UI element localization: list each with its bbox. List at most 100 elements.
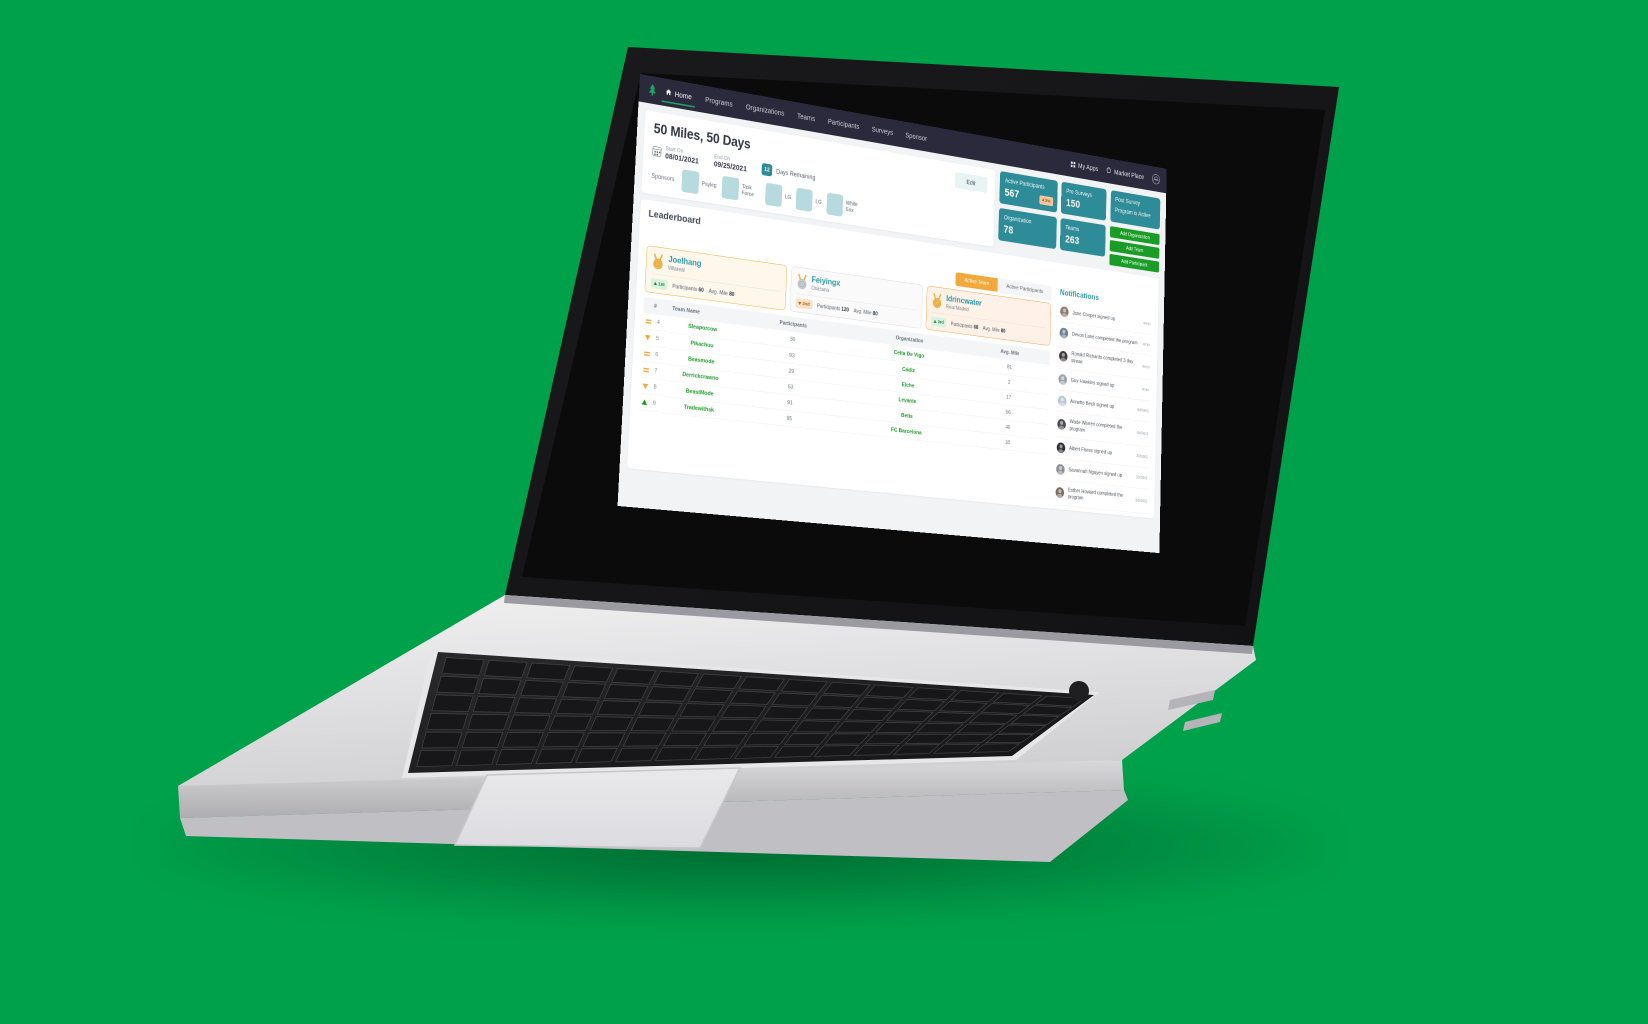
screenshot-root: Home Programs Organizations Teams Partic	[0, 0, 1648, 1024]
sponsor-logo-icon	[764, 182, 783, 208]
sponsor-logo-icon	[681, 169, 700, 195]
leaderboard-main: Active Team Active Participants Joelhang…	[636, 227, 1152, 515]
sponsor-item[interactable]: LG	[795, 187, 822, 214]
sponsor-item[interactable]: White Sox	[826, 192, 863, 220]
stat-pre-surveys[interactable]: Pre Surveys 150	[1060, 181, 1107, 221]
stat-teams[interactable]: Teams 263	[1059, 217, 1106, 257]
notification-time: 4min	[1141, 386, 1150, 393]
arrow-up-icon	[933, 319, 937, 324]
trend-down-icon	[642, 383, 649, 390]
gold-medal-icon	[652, 252, 665, 270]
account-avatar-icon[interactable]	[1151, 173, 1161, 185]
notification-time: 4min	[1142, 364, 1150, 371]
stat-value: 263	[1064, 232, 1080, 247]
calendar-icon	[652, 145, 662, 158]
rank-chip-label: 1st	[658, 281, 665, 288]
arrow-down-icon	[798, 301, 802, 306]
trend-up-icon	[641, 398, 648, 405]
rank-value: 9	[652, 399, 656, 407]
dashboard-surface: Home Programs Organizations Teams Partic	[617, 74, 1167, 554]
rank-value: 6	[655, 351, 659, 358]
sponsor-item[interactable]: LG	[764, 182, 792, 209]
sponsor-item[interactable]: Psyleg	[681, 169, 717, 197]
stat-post-survey[interactable]: Post Survey Program is Active	[1110, 190, 1161, 230]
avatar	[1057, 418, 1066, 430]
bronze-medal-icon	[932, 292, 943, 309]
podium-avg-mile: Avg. Mile 80	[982, 325, 1006, 335]
nav-label: Teams	[797, 111, 816, 123]
notifications-list: Jane Cooper signed up 4min Devon Lane comp…	[1054, 300, 1152, 515]
store-icon	[1106, 167, 1111, 175]
tree-logo-icon[interactable]	[647, 83, 658, 98]
stats-grid: Active Participants 567 4 2% Pre Surveys…	[998, 171, 1107, 264]
nav-label: Surveys	[871, 125, 894, 137]
nav-item-home[interactable]: Home	[664, 80, 693, 109]
sponsor-logo-icon	[721, 175, 740, 201]
nav-label: Organizations	[745, 102, 785, 118]
tab-active-team[interactable]: Active Team	[955, 272, 998, 292]
trend-equal-icon	[645, 319, 652, 324]
nav-label: Sponsor	[905, 130, 928, 143]
podium-participants: Participants 120	[816, 302, 849, 313]
notifications-panel: Notifications Jane Cooper signed up 4min D…	[1053, 287, 1152, 515]
notification-time: 04/06/2	[1137, 407, 1149, 414]
nav-label: Participants	[827, 117, 860, 131]
notification-text: Guy Hawkins signed up	[1070, 377, 1115, 389]
podium-participants: Participants 60	[672, 282, 704, 294]
rank-value: 5	[655, 335, 660, 342]
market-place-button[interactable]: Market Place	[1106, 167, 1144, 181]
rank-chip-label: 2nd	[802, 300, 810, 308]
sponsor-logo-icon	[795, 187, 813, 213]
trend-equal-icon	[643, 367, 649, 373]
notification-time: 04/06/2	[1136, 430, 1149, 437]
avatar	[1060, 306, 1069, 318]
laptop-screen: Home Programs Organizations Teams Partic	[0, 0, 1648, 1024]
days-remaining-badge: 12 Days Remaining	[761, 162, 816, 184]
market-place-label: Market Place	[1114, 168, 1145, 181]
my-apps-button[interactable]: My Apps	[1070, 160, 1099, 173]
notification-time: 30/09/2	[1135, 497, 1148, 504]
stat-organization[interactable]: Organization 78	[998, 207, 1057, 250]
rank-chip-label: 3rd	[937, 319, 944, 326]
my-apps-label: My Apps	[1078, 161, 1099, 173]
notification-text: Ronald Richards completed 3 day streak	[1071, 350, 1134, 365]
notification-time: 30/09/2	[1136, 453, 1148, 460]
notification-text: Esther Howard completed the program	[1067, 486, 1124, 502]
nav-item-programs[interactable]: Programs	[704, 87, 734, 116]
nav-item-teams[interactable]: Teams	[796, 104, 817, 131]
avatar	[1056, 463, 1065, 475]
silver-medal-icon	[796, 273, 808, 291]
nav-label: Programs	[704, 95, 733, 109]
home-icon	[665, 88, 672, 97]
end-date-block: End On 09/25/2021	[714, 154, 748, 174]
sponsor-name: Task Force	[741, 183, 755, 198]
avatar	[1058, 373, 1068, 386]
avatar	[1057, 395, 1067, 407]
notification-time: 4min	[1143, 320, 1151, 327]
right-action-column: Post Survey Program is Active Add Organi…	[1109, 190, 1161, 273]
notification-text: Annette Beck signed up	[1070, 398, 1115, 410]
avatar	[1059, 327, 1069, 339]
rank-chip: 2nd	[795, 297, 813, 310]
grid-icon	[1070, 161, 1076, 168]
nav-item-sponsor[interactable]: Sponsor	[904, 123, 928, 150]
podium-avg-mile: Avg. Mile 80	[853, 307, 878, 317]
rank-chip: 3rd	[931, 316, 947, 328]
stat-active-participants[interactable]: Active Participants 567 4 2%	[999, 171, 1058, 213]
sponsor-item[interactable]: Task Force	[721, 175, 760, 204]
quick-action-buttons: Add Organization Add Team Add Participan…	[1109, 226, 1160, 273]
notification-text: Devon Lane completed the program	[1071, 331, 1138, 346]
notification-text: Jane Cooper signed up	[1072, 309, 1116, 322]
nav-item-surveys[interactable]: Surveys	[871, 117, 895, 144]
podium-avg-mile: Avg. Mile 80	[708, 287, 735, 298]
days-remaining-label: Days Remaining	[775, 167, 816, 181]
sponsors-label: Sponsors	[651, 172, 675, 183]
cell-rank: 9	[638, 393, 666, 413]
avatar	[1056, 441, 1066, 454]
edit-button[interactable]: Edit	[954, 171, 988, 193]
arrow-up-icon	[653, 281, 658, 286]
sponsor-name: LG	[784, 193, 792, 201]
sponsor-name: Psyleg	[701, 180, 717, 189]
avatar	[1055, 486, 1065, 499]
post-survey-value: Program is Active	[1114, 206, 1151, 219]
